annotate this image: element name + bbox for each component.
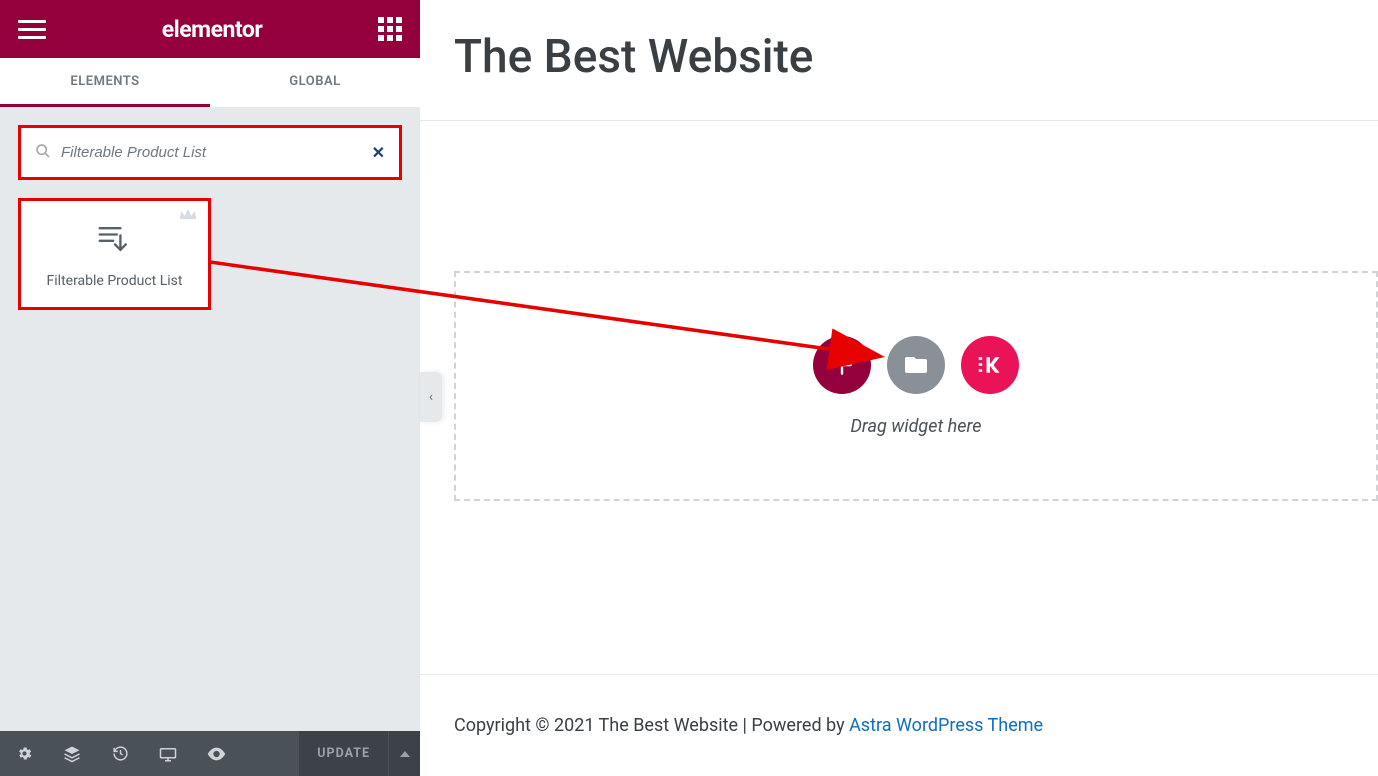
- page-title: The Best Website: [454, 30, 1344, 84]
- elementor-logo: elementor: [162, 16, 263, 43]
- widget-crown-icon: [178, 207, 198, 228]
- sidebar-tabs: ELEMENTS GLOBAL: [0, 58, 420, 107]
- widget-search-box: ✕: [18, 125, 402, 180]
- search-input[interactable]: [61, 144, 364, 161]
- search-icon: [35, 143, 51, 163]
- drag-hint-text: Drag widget here: [850, 416, 981, 437]
- settings-icon[interactable]: [0, 731, 48, 776]
- tab-elements[interactable]: ELEMENTS: [0, 58, 210, 107]
- add-section-button[interactable]: [813, 336, 871, 394]
- responsive-icon[interactable]: [144, 731, 192, 776]
- widgets-grid-icon[interactable]: [378, 17, 402, 41]
- navigator-icon[interactable]: [48, 731, 96, 776]
- clear-search-icon[interactable]: ✕: [372, 143, 385, 162]
- filter-list-icon: [97, 223, 133, 259]
- copyright-text: Copyright © 2021 The Best Website | Powe…: [454, 715, 849, 736]
- page-header: The Best Website: [420, 0, 1378, 121]
- tab-global[interactable]: GLOBAL: [210, 58, 420, 107]
- page-footer: Copyright © 2021 The Best Website | Powe…: [420, 674, 1378, 776]
- update-button[interactable]: UPDATE: [299, 731, 388, 776]
- widget-filterable-product-list[interactable]: Filterable Product List: [18, 198, 211, 310]
- widget-label: Filterable Product List: [47, 273, 183, 289]
- history-icon[interactable]: [96, 731, 144, 776]
- theme-link[interactable]: Astra WordPress Theme: [849, 715, 1043, 736]
- collapse-sidebar-icon[interactable]: ‹: [420, 372, 442, 422]
- ek-kit-button[interactable]: [961, 336, 1019, 394]
- sidebar-footer: UPDATE: [0, 731, 420, 776]
- drop-section[interactable]: Drag widget here: [454, 271, 1378, 501]
- update-dropdown-icon[interactable]: [388, 731, 420, 776]
- elementor-sidebar: elementor ELEMENTS GLOBAL ✕: [0, 0, 420, 776]
- sidebar-header: elementor: [0, 0, 420, 58]
- preview-icon[interactable]: [192, 731, 240, 776]
- hamburger-menu-icon[interactable]: [18, 20, 46, 39]
- editor-canvas: The Best Website Drag widget here: [420, 0, 1378, 776]
- template-library-button[interactable]: [887, 336, 945, 394]
